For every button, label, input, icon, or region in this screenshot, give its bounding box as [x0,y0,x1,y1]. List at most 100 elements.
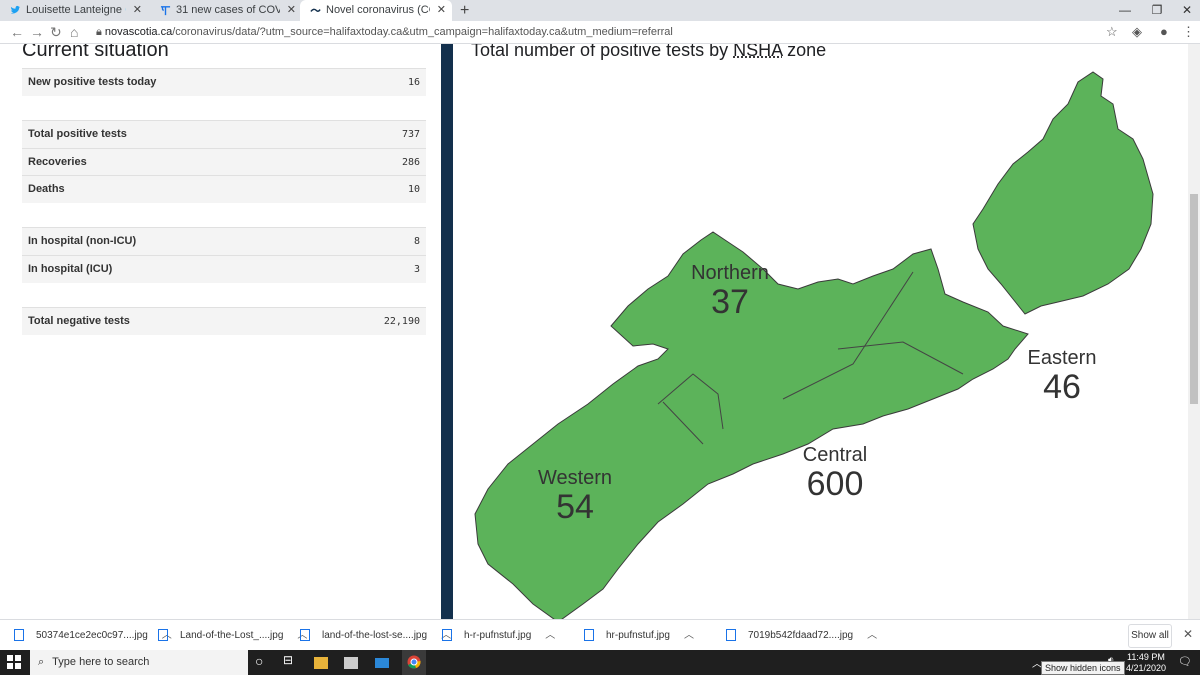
download-item[interactable]: land-of-the-lost-se....jpg ︿ [300,620,451,651]
show-all-button[interactable]: Show all [1128,624,1172,648]
chrome-icon [407,655,421,669]
tab-strip: Louisette Lanteigne 🌐💰🐝❤️ ✕ 31 new cases… [0,0,1200,21]
tab-twitter[interactable]: Louisette Lanteigne 🌐💰🐝❤️ ✕ [0,0,148,21]
forward-button[interactable]: → [30,21,44,43]
back-button[interactable]: ← [10,21,24,43]
close-window-button[interactable]: ✕ [1172,0,1200,20]
bookmark-star-icon[interactable]: ☆ [1106,24,1118,40]
task-view-icon[interactable]: ⊟ [283,653,301,671]
close-icon[interactable]: ✕ [1183,627,1193,641]
cape-breton-shape [972,71,1154,315]
stat-label: Total negative tests [28,315,130,327]
close-icon[interactable]: ✕ [133,0,142,21]
stat-value: 8 [413,236,420,247]
file-icon [726,629,736,642]
download-name: 7019b542fdaad72....jpg [748,630,854,641]
site-icon [160,6,171,16]
download-item[interactable]: 50374e1ce2ec0c97....jpg ︿ [14,620,172,651]
downloads-bar: 50374e1ce2ec0c97....jpg ︿ Land-of-the-Los… [0,619,1200,651]
zone-value: 600 [806,465,864,503]
stat-label: Total positive tests [28,128,127,140]
close-icon[interactable]: ✕ [287,0,296,21]
download-item[interactable]: hr-pufnstuf.jpg ︿ [584,620,694,651]
clock-date: 4/21/2020 [1125,663,1166,673]
chevron-up-icon[interactable]: ︿ [684,630,694,641]
close-icon[interactable]: ✕ [437,0,446,21]
menu-icon[interactable]: ⋮ [1182,24,1195,40]
url-domain: novascotia.ca [104,26,173,38]
file-explorer-icon[interactable] [314,657,328,669]
extension-icon[interactable]: ◈ [1132,24,1142,40]
home-button[interactable]: ⌂ [70,21,78,43]
stat-value: 22,190 [383,316,420,327]
tooltip: Show hidden icons [1041,661,1125,675]
notifications-icon[interactable]: 🗨︎ [1178,655,1192,668]
address-bar[interactable]: 🔒︎ novascotia.ca/coronavirus/data/?utm_s… [96,24,673,40]
download-name: land-of-the-lost-se....jpg [322,630,428,641]
zone-name: Western [537,467,613,489]
chrome-taskbar-button[interactable] [402,650,426,675]
search-placeholder: Type here to search [52,656,150,668]
zone-name: Eastern [1027,347,1097,369]
search-icon: ⌕ [38,656,45,668]
novascotia-icon [310,8,321,12]
download-name: hr-pufnstuf.jpg [606,630,670,641]
cortana-icon[interactable]: ○ [255,653,273,671]
stat-value: 16 [407,77,420,88]
system-clock[interactable]: 11:49 PM 4/21/2020 [1126,652,1166,674]
stat-label: Recoveries [28,156,87,168]
lock-icon: 🔒︎ [96,26,105,38]
tab-novascotia[interactable]: Novel coronavirus (COVID-19) ca ✕ [300,0,452,21]
restore-button[interactable]: ❐ [1142,0,1172,20]
profile-icon[interactable]: ● [1160,24,1168,40]
zone-label-central: Central 600 [775,444,895,501]
windows-start-icon[interactable] [7,655,21,669]
zone-label-northern: Northern 37 [675,262,785,319]
chevron-up-icon[interactable]: ︿ [867,630,877,641]
stat-row: In hospital (non-ICU) 8 [22,227,426,255]
stat-row: Total positive tests 737 [22,120,426,148]
stat-label: In hospital (ICU) [28,263,113,275]
section-title: Current situation [22,44,169,61]
stat-row: Recoveries 286 [22,148,426,176]
download-name: h-r-pufnstuf.jpg [464,630,532,641]
stat-value: 286 [401,157,420,168]
zone-map-panel: Total number of positive tests by NSHA z… [453,44,1173,619]
download-name: Land-of-the-Lost_....jpg [180,630,284,641]
zone-name: Northern [691,262,769,284]
scrollbar-thumb[interactable] [1190,194,1198,404]
new-tab-button[interactable]: + [460,0,469,21]
chevron-up-icon[interactable]: ︿ [545,630,555,641]
browser-toolbar: ← → ↻ ⌂ 🔒︎ novascotia.ca/coronavirus/dat… [0,21,1200,44]
stat-label: New positive tests today [28,76,157,88]
zone-value: 54 [556,488,594,526]
store-icon[interactable] [344,657,358,669]
zone-label-eastern: Eastern 46 [1007,347,1117,404]
download-item[interactable]: h-r-pufnstuf.jpg ︿ [442,620,555,651]
mail-icon[interactable] [375,658,389,668]
file-icon [300,629,310,642]
nova-scotia-map [474,71,1154,619]
reload-button[interactable]: ↻ [50,21,62,43]
minimize-button[interactable]: — [1110,0,1140,20]
download-item[interactable]: Land-of-the-Lost_....jpg ︿ [158,620,307,651]
zone-value: 37 [711,283,749,321]
stat-value: 737 [401,129,420,140]
tab-title: Louisette Lanteigne 🌐💰🐝❤️ [26,4,126,16]
stat-row: In hospital (ICU) 3 [22,255,426,283]
column-divider [441,44,453,619]
tab-title: Novel coronavirus (COVID-19) ca [326,4,430,16]
stat-row: Deaths 10 [22,175,426,203]
tab-news[interactable]: 31 new cases of COVID-19 annou ✕ [150,0,302,21]
twitter-icon [10,5,21,14]
url-path: /coronavirus/data/?utm_source=halifaxtod… [172,26,673,38]
clock-time: 11:49 PM [1127,652,1165,662]
file-icon [584,629,594,642]
page-scrollbar[interactable] [1188,44,1200,619]
tab-title: 31 new cases of COVID-19 annou [176,4,280,16]
taskbar-search[interactable]: ⌕ Type here to search [30,650,248,675]
download-name: 50374e1ce2ec0c97....jpg [36,630,148,641]
download-item[interactable]: 7019b542fdaad72....jpg ︿ [726,620,877,651]
stat-row: New positive tests today 16 [22,68,426,96]
stat-label: Deaths [28,183,65,195]
